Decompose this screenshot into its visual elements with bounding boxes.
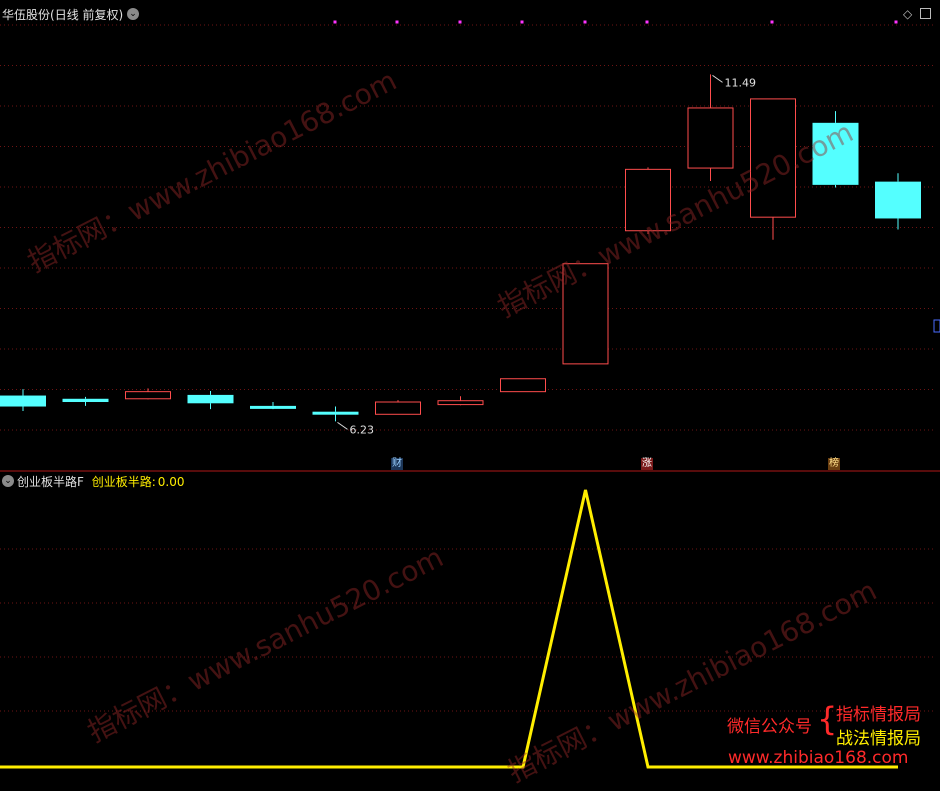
period-dot xyxy=(333,20,337,24)
candle-body-down xyxy=(875,181,921,219)
period-dot xyxy=(645,20,649,24)
candle-body-down xyxy=(250,405,296,409)
indicator-series-value: 0.00 xyxy=(157,475,185,489)
indicator-series-label: 创业板半路: xyxy=(91,475,156,489)
indicator-header: 创业板半路F 创业板半路: 0.00 xyxy=(17,473,185,490)
candle-body-up xyxy=(750,98,796,218)
right-edge-marker xyxy=(933,319,940,333)
candle xyxy=(250,402,296,410)
candle xyxy=(625,167,671,234)
candle-body-down xyxy=(62,398,109,403)
low-price-label: 6.23 xyxy=(350,423,375,436)
chart-canvas: 11.49 6.23 xyxy=(0,20,940,769)
candle xyxy=(812,111,859,188)
marker-badge-rise[interactable]: 涨 xyxy=(641,458,653,470)
marker-badge-list[interactable]: 榜 xyxy=(828,458,840,470)
high-price-label: 11.49 xyxy=(725,76,757,89)
low-arrow xyxy=(337,421,348,430)
candle xyxy=(562,263,609,365)
period-label: (日线 前复权) xyxy=(50,8,124,22)
candle-body-down xyxy=(812,122,859,185)
candle xyxy=(312,406,359,422)
candle xyxy=(687,74,734,181)
period-dot xyxy=(894,20,898,24)
indicator-panel-grid xyxy=(0,548,935,712)
top-period-dots xyxy=(333,20,898,24)
candle-body-up xyxy=(687,107,734,169)
candle-body-down xyxy=(0,395,46,407)
candle xyxy=(750,98,796,240)
period-dot xyxy=(520,20,524,24)
stock-name: 华伍股份 xyxy=(2,8,51,22)
high-arrow xyxy=(712,74,723,83)
candle xyxy=(62,396,109,406)
main-panel-grid xyxy=(0,24,935,431)
candle xyxy=(0,389,46,412)
candle-body-up xyxy=(437,400,484,406)
main-panel-header: 华伍股份(日线 前复权) xyxy=(2,6,123,23)
candle-body-up xyxy=(125,391,171,400)
footer-wechat-label: 微信公众号 xyxy=(727,717,812,737)
footer-line-2: 战法情报局 xyxy=(836,729,921,749)
candle-body-up xyxy=(500,378,546,393)
chevron-down-icon[interactable]: ⌄ xyxy=(2,475,14,487)
candle-body-down xyxy=(312,411,359,415)
candle-body-up xyxy=(375,401,421,415)
candle xyxy=(875,173,921,230)
candle-body-down xyxy=(187,394,234,404)
candle-body-up xyxy=(562,263,609,365)
candle xyxy=(187,391,234,410)
period-dot xyxy=(395,20,399,24)
indicator-name: 创业板半路F xyxy=(17,475,84,489)
chevron-down-icon[interactable]: ⌄ xyxy=(127,8,139,20)
candle-body-up xyxy=(625,168,671,232)
candle xyxy=(500,378,546,393)
candle xyxy=(375,400,421,415)
candle xyxy=(437,396,484,406)
footer-line-1: 指标情报局 xyxy=(836,705,921,725)
candle xyxy=(125,388,171,400)
panel-toggle-icon[interactable] xyxy=(920,8,931,19)
marker-badge-finance[interactable]: 财 xyxy=(391,458,403,470)
period-dot xyxy=(583,20,587,24)
candlestick-series xyxy=(0,74,921,422)
diamond-icon[interactable]: ◇ xyxy=(903,7,912,21)
period-dot xyxy=(458,20,462,24)
footer-brace: { xyxy=(817,700,838,738)
footer-url: www.zhibiao168.com xyxy=(728,748,909,768)
period-dot xyxy=(770,20,774,24)
